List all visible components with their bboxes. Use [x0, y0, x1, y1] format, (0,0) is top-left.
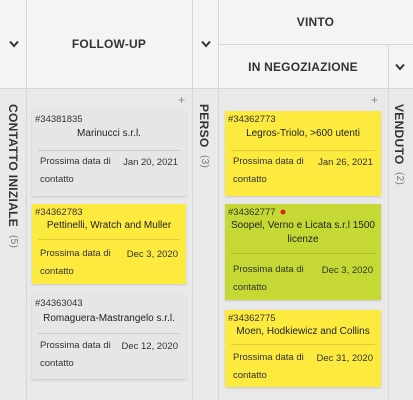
card-title: Marinucci s.r.l. [77, 128, 141, 139]
card-title: Pettinelli, Wratch and Muller [46, 220, 172, 231]
col-header-in-negoziazione[interactable]: IN NEGOZIAZIONE [218, 45, 388, 88]
column-divider [192, 0, 193, 400]
column-divider [218, 0, 219, 400]
next-contact-label: Prossima data di contatto [40, 340, 111, 369]
next-contact-label: Prossima data di contatto [233, 352, 304, 381]
header-bottom-border [0, 88, 413, 89]
next-contact-date: Dec 3, 2020 [321, 265, 373, 276]
next-contact-date: Dec 31, 2020 [316, 353, 373, 364]
column-count: (2) [394, 172, 405, 186]
deal-card[interactable]: #34362777 Soopel, Verno e Licata s.r.l 1… [225, 204, 381, 300]
card-id: #34362773 [228, 114, 276, 125]
column-label-text: VENDUTO [392, 104, 406, 165]
add-card-plus-icon[interactable]: + [371, 93, 378, 107]
column-label-text: CONTATTO INIZIALE [6, 104, 20, 228]
card-divider [38, 239, 180, 240]
next-contact-label: Prossima data di contatto [233, 156, 304, 185]
deal-card[interactable]: #34381835 Marinucci s.r.l. Prossima data… [32, 111, 186, 196]
column-label-text: PERSO [197, 104, 211, 148]
header-divider [218, 44, 413, 45]
col-header-vinto[interactable]: VINTO [218, 0, 413, 44]
card-id: #34381835 [35, 114, 83, 125]
col-header-follow-up[interactable]: FOLLOW-UP [26, 0, 192, 88]
next-contact-label: Prossima data di contatto [40, 248, 111, 277]
header-label-in-negoziazione: IN NEGOZIAZIONE [248, 59, 358, 74]
chevron-down-icon[interactable] [393, 60, 407, 74]
card-id: #34362777 [228, 207, 276, 218]
card-divider [231, 253, 375, 254]
column-divider [388, 44, 389, 400]
next-contact-label: Prossima data di contatto [40, 156, 111, 185]
deal-card[interactable]: #34362773 Legros-Triolo, >600 utenti Pro… [225, 111, 381, 196]
card-divider [231, 344, 375, 345]
card-title: Soopel, Verno e Licata s.r.l 1500 licenz… [231, 220, 375, 245]
header-label-vinto: VINTO [296, 15, 335, 29]
next-contact-date: Jan 20, 2021 [123, 157, 178, 168]
card-divider [231, 150, 375, 151]
next-contact-date: Jan 26, 2021 [318, 157, 373, 168]
add-card-plus-icon[interactable]: + [178, 93, 185, 107]
card-id: #34362775 [228, 313, 276, 324]
next-contact-date: Dec 12, 2020 [121, 341, 178, 352]
header-label-follow-up: FOLLOW-UP [71, 37, 147, 51]
chevron-down-icon[interactable] [199, 37, 213, 51]
column-label-venduto[interactable]: VENDUTO (2) [392, 104, 406, 185]
card-id: #34363043 [35, 298, 83, 309]
card-id: #34362783 [35, 207, 83, 218]
card-title: Legros-Triolo, >600 utenti [246, 128, 360, 139]
deal-card[interactable]: #34362783 Pettinelli, Wratch and Muller … [32, 204, 186, 284]
column-count: (5) [8, 234, 19, 248]
deal-card[interactable]: #34362775 Moen, Hodkiewicz and Collins P… [225, 310, 381, 387]
column-count: (3) [199, 155, 210, 169]
column-label-contatto-iniziale[interactable]: CONTATTO INIZIALE (5) [6, 104, 20, 248]
next-contact-label: Prossima data di contatto [233, 264, 304, 293]
deal-card[interactable]: #34363043 Romaguera-Mastrangelo s.r.l. P… [32, 295, 186, 379]
card-divider [38, 333, 180, 334]
priority-flag-icon [280, 209, 286, 215]
card-divider [38, 150, 180, 151]
card-title: Moen, Hodkiewicz and Collins [236, 326, 370, 337]
chevron-down-icon[interactable] [7, 37, 21, 51]
next-contact-date: Dec 3, 2020 [126, 249, 178, 260]
card-title: Romaguera-Mastrangelo s.r.l. [43, 313, 175, 324]
column-label-perso[interactable]: PERSO (3) [197, 104, 211, 168]
column-divider [26, 0, 27, 400]
